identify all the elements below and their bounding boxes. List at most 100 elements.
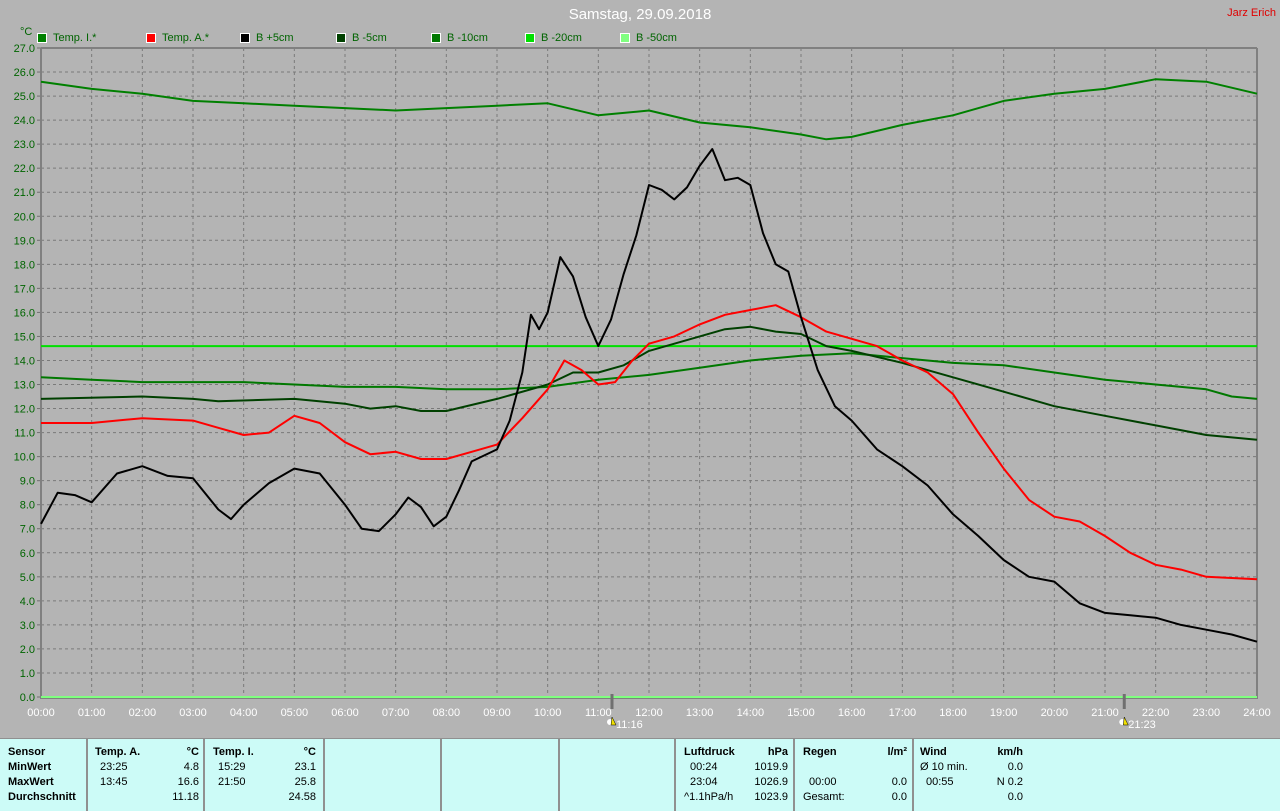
temp-i-header: Temp. I. xyxy=(213,746,254,758)
y-tick-label: 22.0 xyxy=(14,163,35,175)
x-tick-label: 08:00 xyxy=(433,707,461,719)
y-tick-label: 3.0 xyxy=(20,620,35,632)
regen-unit: l/m² xyxy=(887,746,907,758)
y-tick-label: 21.0 xyxy=(14,187,35,199)
x-tick-label: 02:00 xyxy=(129,707,157,719)
y-tick-label: 4.0 xyxy=(20,596,35,608)
empty-column xyxy=(560,739,676,811)
x-tick-label: 17:00 xyxy=(889,707,917,719)
y-tick-label: 27.0 xyxy=(14,43,35,55)
x-tick-label: 01:00 xyxy=(78,707,106,719)
sun-marker-label: 21:23 xyxy=(1128,719,1156,731)
sun-marker-label: 11:16 xyxy=(616,719,643,731)
luftdruck-column: Luftdruck hPa 00:24 1019.9 23:04 1026.9 ^1.… xyxy=(676,739,795,811)
luftdruck-header: Luftdruck xyxy=(684,746,735,758)
temp-a-min: 4.8 xyxy=(183,761,199,773)
y-tick-label: 25.0 xyxy=(14,91,35,103)
wind-unit: km/h xyxy=(997,746,1023,758)
y-tick-label: 17.0 xyxy=(14,283,35,295)
x-tick-label: 07:00 xyxy=(382,707,410,719)
x-tick-label: 20:00 xyxy=(1041,707,1069,719)
x-tick-label: 12:00 xyxy=(635,707,663,719)
y-tick-label: 24.0 xyxy=(14,115,35,127)
luftdruck-current: 1023.9 xyxy=(754,791,788,803)
x-tick-label: 10:00 xyxy=(534,707,562,719)
regen-column: Regen l/m² 00:00 0.0 Gesamt: 0.0 xyxy=(795,739,914,811)
wind-avg: 0.0 xyxy=(1007,761,1023,773)
x-tick-label: 11:00 xyxy=(585,707,612,719)
y-tick-label: 9.0 xyxy=(20,476,35,488)
y-tick-label: 18.0 xyxy=(14,259,35,271)
x-tick-label: 09:00 xyxy=(483,707,511,719)
wind-max: N 0.2 xyxy=(996,776,1023,788)
statistics-table: Sensor MinWert MaxWert Durchschnitt Temp… xyxy=(0,738,1280,811)
y-tick-label: 12.0 xyxy=(14,404,35,416)
regen-total-label: Gesamt: xyxy=(803,791,845,803)
x-tick-label: 05:00 xyxy=(281,707,309,719)
y-tick-label: 14.0 xyxy=(14,355,35,367)
wind-max-time: 00:55 xyxy=(926,776,954,788)
x-tick-label: 03:00 xyxy=(179,707,207,719)
y-tick-label: 19.0 xyxy=(14,235,35,247)
luftdruck-min-time: 00:24 xyxy=(690,761,718,773)
x-tick-label: 13:00 xyxy=(686,707,714,719)
temp-a-header: Temp. A. xyxy=(95,746,141,758)
empty-column xyxy=(442,739,560,811)
x-tick-label: 19:00 xyxy=(990,707,1018,719)
y-tick-label: 2.0 xyxy=(20,644,35,656)
regen-max: 0.0 xyxy=(891,776,907,788)
x-tick-label: 00:00 xyxy=(27,707,55,719)
x-tick-label: 14:00 xyxy=(737,707,765,719)
y-tick-label: 13.0 xyxy=(14,380,35,392)
temp-i-max-time: 21:50 xyxy=(218,776,246,788)
x-tick-label: 15:00 xyxy=(787,707,815,719)
y-tick-label: 26.0 xyxy=(14,67,35,79)
sensor-header: Sensor xyxy=(8,746,46,758)
wind-current: 0.0 xyxy=(1007,791,1023,803)
row-label-min: MinWert xyxy=(8,761,52,773)
temp-i-column: Temp. I. °C 15:29 23.1 21:50 25.8 24.58 xyxy=(205,739,325,811)
x-tick-label: 04:00 xyxy=(230,707,258,719)
temp-a-max: 16.6 xyxy=(177,776,199,788)
temp-i-min-time: 15:29 xyxy=(218,761,246,773)
regen-total: 0.0 xyxy=(891,791,907,803)
temp-a-avg: 11.18 xyxy=(172,791,199,803)
y-tick-label: 7.0 xyxy=(20,524,35,536)
luftdruck-max: 1026.9 xyxy=(754,776,788,788)
y-tick-label: 15.0 xyxy=(14,331,35,343)
y-tick-label: 16.0 xyxy=(14,307,35,319)
chart-svg: 0.0 1.0 2.0 3.0 4.0 5.0 6.0 7.0 8.0 9.0 10.0 11.0 12… xyxy=(14,43,1271,731)
temp-a-column: Temp. A. °C 23:25 4.8 13:45 16.6 11.18 xyxy=(88,739,205,811)
regen-header: Regen xyxy=(803,746,837,758)
wind-column: Wind km/h Ø 10 min. 0.0 00:55 N 0.2 0.0 xyxy=(914,739,1028,811)
luftdruck-unit: hPa xyxy=(767,746,788,758)
x-tick-label: 18:00 xyxy=(939,707,967,719)
y-tick-label: 1.0 xyxy=(20,668,35,680)
luftdruck-min: 1019.9 xyxy=(754,761,788,773)
y-tick-label: 10.0 xyxy=(14,452,35,464)
wind-header: Wind xyxy=(920,746,947,758)
x-tick-label: 23:00 xyxy=(1193,707,1221,719)
temp-a-min-time: 23:25 xyxy=(100,761,128,773)
luftdruck-trend: ^1.1hPa/h xyxy=(684,791,734,803)
temp-i-max: 25.8 xyxy=(294,776,316,788)
regen-max-time: 00:00 xyxy=(809,776,837,788)
temp-a-unit: °C xyxy=(186,746,199,758)
x-tick-label: 24:00 xyxy=(1243,707,1271,719)
y-tick-label: 5.0 xyxy=(20,572,35,584)
row-label-max: MaxWert xyxy=(8,776,54,788)
sunset-icon xyxy=(1119,716,1129,726)
y-tick-label: 23.0 xyxy=(14,139,35,151)
y-tick-label: 0.0 xyxy=(20,692,35,704)
temp-i-min: 23.1 xyxy=(294,761,316,773)
wind-avg-label: Ø 10 min. xyxy=(920,761,968,773)
luftdruck-max-time: 23:04 xyxy=(690,776,718,788)
y-tick-label: 20.0 xyxy=(14,211,35,223)
x-tick-label: 22:00 xyxy=(1142,707,1170,719)
x-tick-label: 21:00 xyxy=(1091,707,1119,719)
x-tick-label: 16:00 xyxy=(838,707,866,719)
empty-column xyxy=(325,739,442,811)
row-label-avg: Durchschnitt xyxy=(8,791,76,803)
y-tick-label: 6.0 xyxy=(20,548,35,560)
x-tick-label: 06:00 xyxy=(331,707,359,719)
